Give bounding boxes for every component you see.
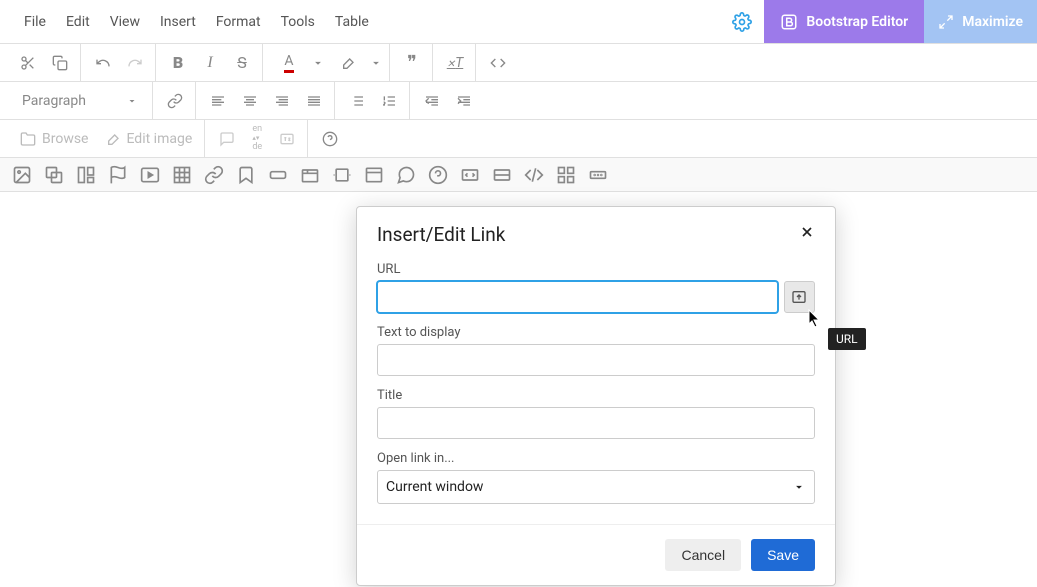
- title-input[interactable]: [377, 407, 815, 439]
- url-upload-button[interactable]: [784, 281, 815, 313]
- text-to-display-label: Text to display: [377, 325, 815, 340]
- close-icon[interactable]: [799, 224, 815, 245]
- url-label: URL: [377, 262, 815, 277]
- url-tooltip: URL: [828, 328, 866, 350]
- insert-link-modal: Insert/Edit Link URL Text to display: [356, 206, 836, 586]
- open-link-select[interactable]: Current window: [377, 470, 815, 504]
- modal-title: Insert/Edit Link: [377, 223, 505, 246]
- open-link-label: Open link in...: [377, 451, 815, 466]
- url-input[interactable]: [377, 281, 778, 313]
- cancel-button[interactable]: Cancel: [665, 539, 741, 571]
- title-label: Title: [377, 388, 815, 403]
- modal-overlay: Insert/Edit Link URL Text to display: [0, 0, 1037, 587]
- upload-icon: [791, 289, 807, 305]
- chevron-down-icon: [792, 480, 806, 494]
- open-link-value: Current window: [386, 479, 483, 495]
- text-to-display-input[interactable]: [377, 344, 815, 376]
- save-button[interactable]: Save: [751, 539, 815, 571]
